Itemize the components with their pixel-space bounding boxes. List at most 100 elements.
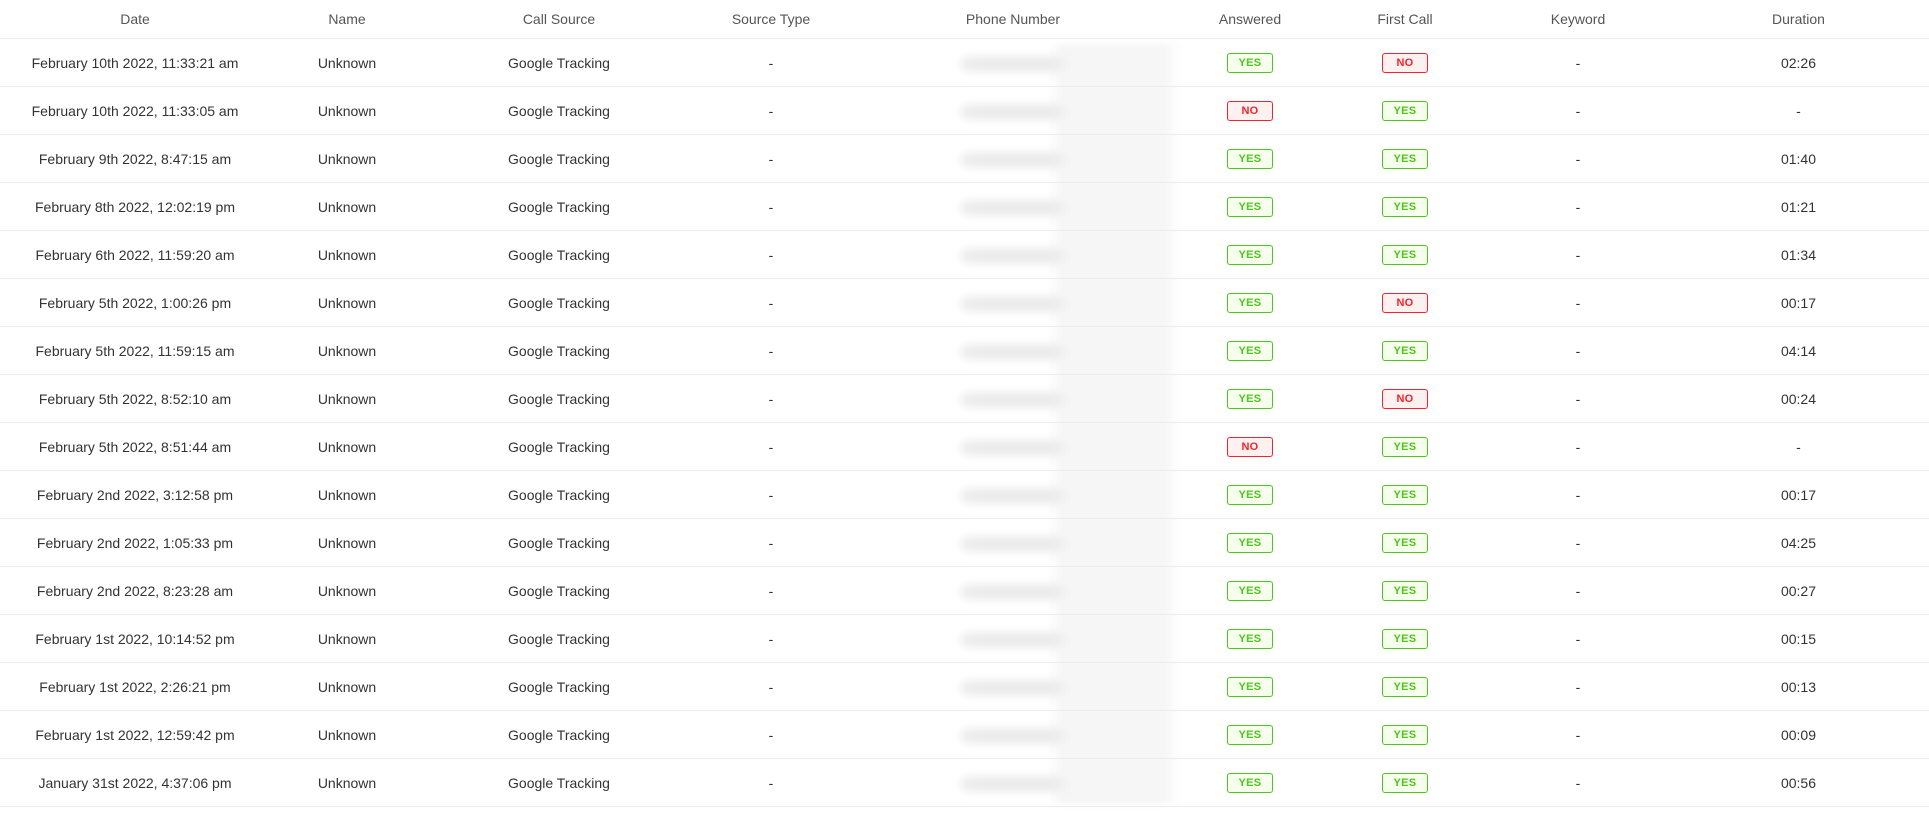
cell-keyword: - <box>1488 374 1668 423</box>
cell-phone-number <box>848 182 1178 231</box>
cell-name: Unknown <box>270 566 424 615</box>
table-row[interactable]: February 5th 2022, 11:59:15 am Unknown Goo… <box>0 326 1929 375</box>
cell-call-source: Google Tracking <box>424 278 694 327</box>
column-header-answered[interactable]: Answered <box>1178 0 1322 39</box>
cell-keyword: - <box>1488 38 1668 87</box>
table-row[interactable]: February 9th 2022, 8:47:15 am Unknown Goog… <box>0 134 1929 183</box>
cell-name: Unknown <box>270 422 424 471</box>
column-header-phone-number[interactable]: Phone Number <box>848 0 1178 39</box>
redacted-phone-number <box>961 584 1065 599</box>
answered-status-cell: YES <box>1178 710 1322 759</box>
cell-name: Unknown <box>270 38 424 87</box>
table-row[interactable]: February 2nd 2022, 1:05:33 pm Unknown Goog… <box>0 518 1929 567</box>
first-call-status-badge: NO <box>1382 52 1428 73</box>
cell-phone-number <box>848 518 1178 567</box>
cell-call-source: Google Tracking <box>424 710 694 759</box>
table-row[interactable]: February 5th 2022, 8:51:44 am Unknown Goog… <box>0 422 1929 471</box>
first-call-status-cell: NO <box>1322 374 1488 423</box>
redacted-phone-number <box>961 296 1065 311</box>
cell-keyword: - <box>1488 662 1668 711</box>
first-call-status-cell: YES <box>1322 614 1488 663</box>
table-body: February 10th 2022, 11:33:21 am Unknown Go… <box>0 38 1929 807</box>
answered-status-badge: YES <box>1227 676 1273 697</box>
column-header-source-type[interactable]: Source Type <box>694 0 848 39</box>
cell-date: February 5th 2022, 1:00:26 pm <box>0 278 270 327</box>
cell-source-type: - <box>694 470 848 519</box>
redacted-phone-number <box>961 536 1065 551</box>
table-row[interactable]: February 5th 2022, 8:52:10 am Unknown Goog… <box>0 374 1929 423</box>
answered-status-cell: YES <box>1178 518 1322 567</box>
table-row[interactable]: February 1st 2022, 10:14:52 pm Unknown Goo… <box>0 614 1929 663</box>
table-row[interactable]: February 6th 2022, 11:59:20 am Unknown Goo… <box>0 230 1929 279</box>
cell-duration: 00:17 <box>1668 278 1929 327</box>
cell-call-source: Google Tracking <box>424 374 694 423</box>
cell-name: Unknown <box>270 518 424 567</box>
first-call-status-badge: YES <box>1382 196 1428 217</box>
answered-status-badge: YES <box>1227 484 1273 505</box>
answered-status-cell: YES <box>1178 182 1322 231</box>
first-call-status-cell: YES <box>1322 662 1488 711</box>
cell-date: February 2nd 2022, 8:23:28 am <box>0 566 270 615</box>
cell-source-type: - <box>694 86 848 135</box>
cell-source-type: - <box>694 422 848 471</box>
cell-call-source: Google Tracking <box>424 470 694 519</box>
first-call-status-cell: NO <box>1322 38 1488 87</box>
cell-name: Unknown <box>270 326 424 375</box>
column-header-keyword[interactable]: Keyword <box>1488 0 1668 39</box>
answered-status-cell: YES <box>1178 326 1322 375</box>
cell-keyword: - <box>1488 422 1668 471</box>
cell-phone-number <box>848 278 1178 327</box>
cell-keyword: - <box>1488 614 1668 663</box>
first-call-status-cell: YES <box>1322 326 1488 375</box>
first-call-status-cell: YES <box>1322 86 1488 135</box>
cell-keyword: - <box>1488 710 1668 759</box>
table-row[interactable]: February 2nd 2022, 8:23:28 am Unknown Goog… <box>0 566 1929 615</box>
first-call-status-badge: YES <box>1382 244 1428 265</box>
column-header-date[interactable]: Date <box>0 0 270 39</box>
cell-name: Unknown <box>270 230 424 279</box>
cell-source-type: - <box>694 182 848 231</box>
column-header-call-source[interactable]: Call Source <box>424 0 694 39</box>
column-header-name[interactable]: Name <box>270 0 424 39</box>
cell-phone-number <box>848 134 1178 183</box>
redacted-phone-number <box>961 248 1065 263</box>
cell-duration: 00:27 <box>1668 566 1929 615</box>
cell-name: Unknown <box>270 182 424 231</box>
table-row[interactable]: February 8th 2022, 12:02:19 pm Unknown Goo… <box>0 182 1929 231</box>
answered-status-badge: YES <box>1227 580 1273 601</box>
redacted-phone-number <box>961 632 1065 647</box>
answered-status-badge: YES <box>1227 244 1273 265</box>
table-row[interactable]: February 1st 2022, 12:59:42 pm Unknown Goo… <box>0 710 1929 759</box>
cell-date: February 5th 2022, 8:51:44 am <box>0 422 270 471</box>
column-header-first-call[interactable]: First Call <box>1322 0 1488 39</box>
cell-call-source: Google Tracking <box>424 134 694 183</box>
cell-source-type: - <box>694 134 848 183</box>
table-row[interactable]: January 31st 2022, 4:37:06 pm Unknown Goog… <box>0 758 1929 807</box>
cell-phone-number <box>848 422 1178 471</box>
table-row[interactable]: February 2nd 2022, 3:12:58 pm Unknown Goog… <box>0 470 1929 519</box>
cell-date: February 10th 2022, 11:33:05 am <box>0 86 270 135</box>
first-call-status-badge: YES <box>1382 724 1428 745</box>
answered-status-badge: NO <box>1227 436 1273 457</box>
cell-source-type: - <box>694 326 848 375</box>
cell-call-source: Google Tracking <box>424 662 694 711</box>
answered-status-badge: YES <box>1227 292 1273 313</box>
cell-name: Unknown <box>270 662 424 711</box>
table-row[interactable]: February 10th 2022, 11:33:05 am Unknown Go… <box>0 86 1929 135</box>
cell-duration: - <box>1668 86 1929 135</box>
cell-phone-number <box>848 566 1178 615</box>
answered-status-cell: NO <box>1178 86 1322 135</box>
table-row[interactable]: February 5th 2022, 1:00:26 pm Unknown Goog… <box>0 278 1929 327</box>
cell-phone-number <box>848 326 1178 375</box>
cell-phone-number <box>848 710 1178 759</box>
cell-phone-number <box>848 662 1178 711</box>
cell-keyword: - <box>1488 518 1668 567</box>
column-header-duration[interactable]: Duration <box>1668 0 1929 39</box>
cell-keyword: - <box>1488 86 1668 135</box>
cell-keyword: - <box>1488 566 1668 615</box>
table-row[interactable]: February 1st 2022, 2:26:21 pm Unknown Goog… <box>0 662 1929 711</box>
table-row[interactable]: February 10th 2022, 11:33:21 am Unknown Go… <box>0 38 1929 87</box>
answered-status-cell: YES <box>1178 134 1322 183</box>
cell-date: February 1st 2022, 12:59:42 pm <box>0 710 270 759</box>
cell-name: Unknown <box>270 470 424 519</box>
